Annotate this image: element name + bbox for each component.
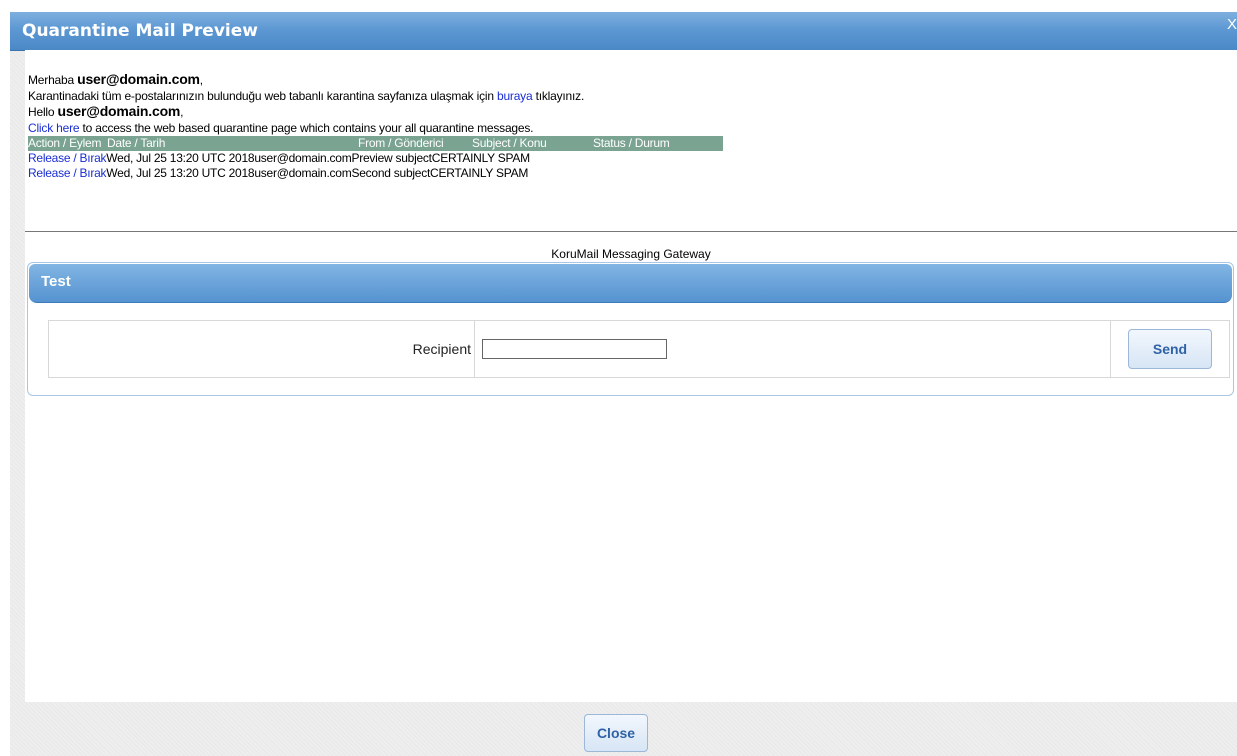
row-from: user@domain.com [254, 151, 352, 165]
recipient-label: Recipient [48, 320, 475, 378]
body-tr: Karantinadaki tüm e-postalarınızın bulun… [28, 88, 585, 103]
gateway-footer: KoruMail Messaging Gateway [551, 247, 711, 261]
greeting-en-user: user@domain.com [57, 103, 181, 119]
greeting-en: Hello user@domain.com, [28, 103, 184, 119]
body-en: Click here to access the web based quara… [28, 120, 534, 135]
greeting-tr-user: user@domain.com [77, 71, 200, 87]
header-action: Action / Eylem [28, 136, 107, 151]
table-row: Release / BırakWed, Jul 25 13:20 UTC 201… [28, 151, 723, 166]
row-status: CERTAINLY SPAM [431, 151, 530, 165]
release-link[interactable]: Release / Bırak [28, 166, 107, 180]
row-subject: Preview subject [351, 151, 432, 165]
table-header-row: Action / Eylem Date / Tarih From / Gönde… [28, 136, 723, 151]
divider [25, 231, 1237, 232]
row-date: Wed, Jul 25 13:20 UTC 2018 [106, 151, 255, 165]
header-status: Status / Durum [593, 136, 723, 151]
close-icon[interactable]: X [1227, 16, 1237, 34]
close-button[interactable]: Close [584, 714, 648, 752]
mail-preview: Merhaba user@domain.com, Karantinadaki t… [28, 71, 1228, 181]
greeting-tr: Merhaba user@domain.com, [28, 71, 203, 87]
quarantine-link-en[interactable]: Click here [28, 121, 80, 135]
row-date: Wed, Jul 25 13:20 UTC 2018 [106, 166, 255, 180]
quarantine-link-tr[interactable]: buraya [497, 89, 533, 103]
row-from: user@domain.com [254, 166, 352, 180]
quarantine-preview-dialog: Quarantine Mail Preview X Merhaba user@d… [10, 12, 1237, 756]
row-status: CERTAINLY SPAM [430, 166, 529, 180]
dialog-content: Merhaba user@domain.com, Karantinadaki t… [25, 50, 1237, 702]
dialog-title: Quarantine Mail Preview [22, 21, 258, 41]
header-subject: Subject / Konu [472, 136, 593, 151]
table-row: Release / BırakWed, Jul 25 13:20 UTC 201… [28, 166, 723, 181]
test-panel: Test Recipient Send [27, 262, 1234, 396]
test-form: Recipient Send [48, 320, 1230, 378]
quarantine-table: Action / Eylem Date / Tarih From / Gönde… [28, 136, 723, 181]
test-panel-title: Test [41, 273, 71, 290]
send-button[interactable]: Send [1128, 329, 1212, 369]
row-subject: Second subject [351, 166, 431, 180]
test-panel-header: Test [29, 264, 1232, 303]
header-from: From / Gönderici [303, 136, 472, 151]
dialog-titlebar[interactable]: Quarantine Mail Preview X [10, 12, 1237, 51]
release-link[interactable]: Release / Bırak [28, 151, 107, 165]
header-date: Date / Tarih [107, 136, 303, 151]
recipient-input[interactable] [482, 339, 667, 359]
